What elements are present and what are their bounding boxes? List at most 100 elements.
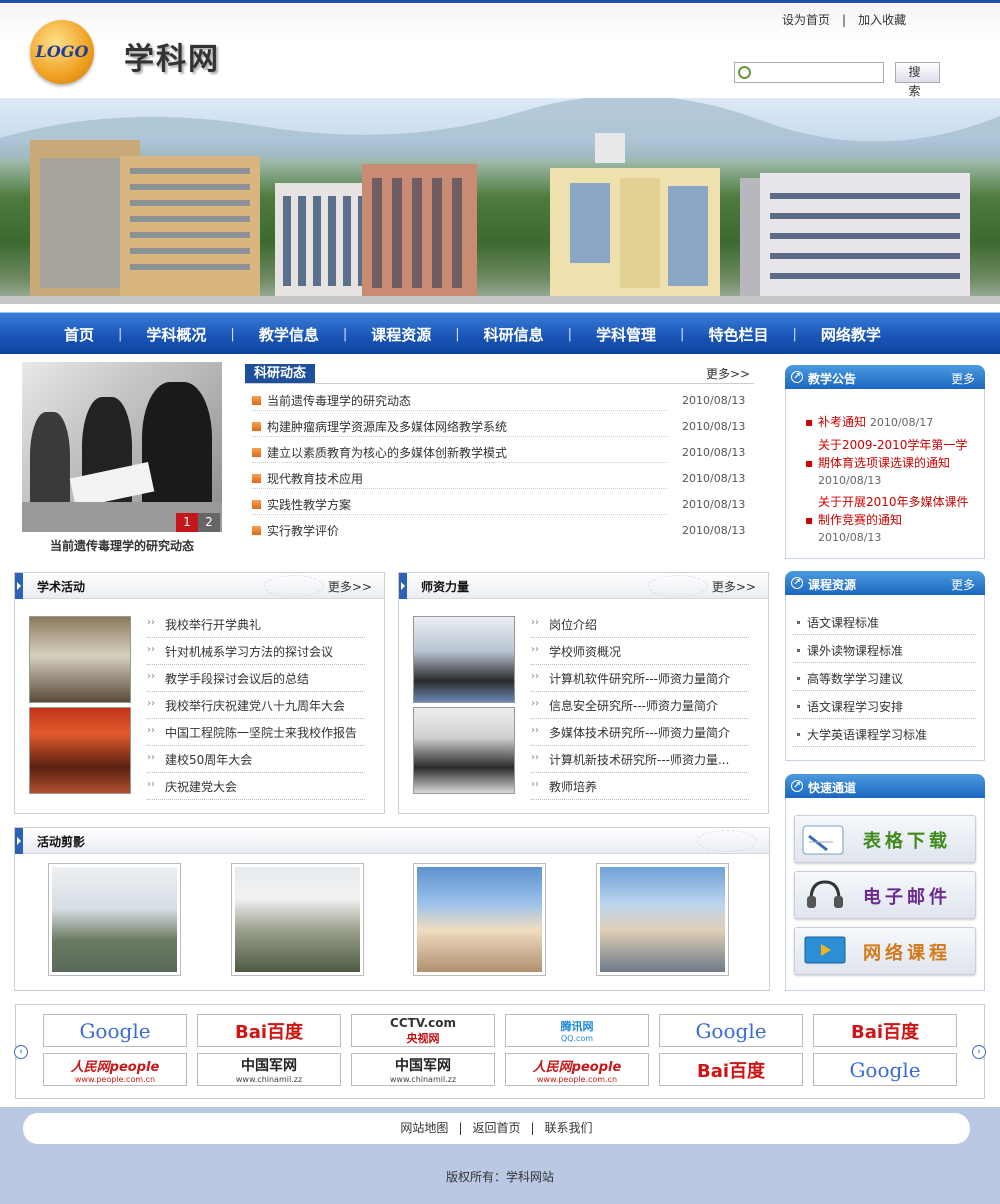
nav-courses-label[interactable]: 课程资源 (371, 324, 431, 345)
faculty-item-text[interactable]: 学校师资概况 (549, 643, 621, 660)
academic-list-item[interactable]: ›› 建校50周年大会 (147, 746, 365, 773)
nav-item-management[interactable]: 学科管理 | (596, 324, 708, 345)
notice-text[interactable]: 关于开展2010年多媒体课件 (818, 493, 975, 511)
link-logo-google[interactable]: Google (659, 1014, 803, 1047)
academic-photo-ceremony[interactable] (29, 707, 131, 794)
notice-text-2[interactable]: 期体育选项课选课的通知 (818, 456, 950, 470)
gallery-photo[interactable] (231, 863, 364, 976)
news-title[interactable]: 现代教育技术应用 (267, 470, 363, 487)
faculty-list-item[interactable]: ›› 信息安全研究所---师资力量简介 (531, 692, 749, 719)
academic-list-item[interactable]: ›› 中国工程院陈一坚院士来我校作报告 (147, 719, 365, 746)
course-list-item[interactable]: 语文课程学习安排 (793, 691, 976, 719)
course-list-item[interactable]: 大学英语课程学习标准 (793, 719, 976, 747)
news-title[interactable]: 构建肿瘤病理学资源库及多媒体网络教学系统 (267, 418, 507, 435)
form-download-button[interactable]: 表格下载 (794, 815, 976, 863)
site-logo[interactable]: LOGO (30, 20, 94, 84)
news-row[interactable]: 实行教学评价 2010/08/13 (252, 517, 752, 543)
course-list-item[interactable]: 课外读物课程标准 (793, 635, 976, 663)
academic-item-text[interactable]: 针对机械系学习方法的探讨会议 (165, 643, 333, 660)
gallery-photo[interactable] (413, 863, 546, 976)
course-list-item[interactable]: 高等数学学习建议 (793, 663, 976, 691)
links-prev-button[interactable]: ‹ (14, 1045, 28, 1059)
academic-item-text[interactable]: 我校举行庆祝建党八十九周年大会 (165, 697, 345, 714)
nav-item-overview[interactable]: 学科概况 | (146, 324, 258, 345)
link-logo-baidu[interactable]: Bai百度 (659, 1053, 803, 1086)
news-title[interactable]: 建立以素质教育为核心的多媒体创新教学模式 (267, 444, 507, 461)
faculty-item-text[interactable]: 教师培养 (549, 778, 597, 795)
research-more-link[interactable]: 更多>> (706, 365, 750, 382)
faculty-more-link[interactable]: 更多>> (712, 578, 756, 595)
nav-online-label[interactable]: 网络教学 (821, 324, 881, 345)
notice-text[interactable]: 关于2009-2010学年第一学 (818, 436, 975, 454)
news-title[interactable]: 实行教学评价 (267, 522, 339, 539)
academic-list-item[interactable]: ›› 我校举行开学典礼 (147, 611, 365, 638)
link-logo-people[interactable]: 人民网people www.people.com.cn (505, 1053, 649, 1086)
academic-list-item[interactable]: ›› 教学手段探讨会议后的总结 (147, 665, 365, 692)
link-logo-cctv[interactable]: CCTV.com 央视网 (351, 1014, 495, 1047)
news-title[interactable]: 当前遗传毒理学的研究动态 (267, 392, 411, 409)
slideshow-image[interactable] (22, 362, 222, 532)
nav-item-online[interactable]: 网络教学 (821, 324, 881, 345)
faculty-photo-team[interactable] (413, 616, 515, 703)
link-logo-qq[interactable]: 腾讯网 QQ.com (505, 1014, 649, 1047)
faculty-item-text[interactable]: 计算机软件研究所---师资力量简介 (549, 670, 730, 687)
faculty-list-item[interactable]: ›› 教师培养 (531, 773, 749, 800)
sitemap-link[interactable]: 网站地图 (400, 1121, 448, 1135)
search-input[interactable] (753, 64, 881, 81)
slide-page-1[interactable]: 1 (176, 513, 198, 532)
add-favorite-link[interactable]: 加入收藏 (858, 13, 906, 27)
gallery-photo[interactable] (596, 863, 729, 976)
nav-item-home[interactable]: 首页 | (64, 324, 146, 345)
nav-item-teaching[interactable]: 教学信息 | (259, 324, 371, 345)
nav-teaching-label[interactable]: 教学信息 (259, 324, 319, 345)
link-logo-google[interactable]: Google (43, 1014, 187, 1047)
nav-item-courses[interactable]: 课程资源 | (371, 324, 483, 345)
nav-featured-label[interactable]: 特色栏目 (708, 324, 768, 345)
set-homepage-link[interactable]: 设为首页 (782, 13, 830, 27)
faculty-list-item[interactable]: ›› 计算机软件研究所---师资力量简介 (531, 665, 749, 692)
links-next-button[interactable]: › (972, 1045, 986, 1059)
academic-photo-meeting[interactable] (29, 616, 131, 703)
news-row[interactable]: 实践性教学方案 2010/08/13 (252, 491, 752, 517)
email-button[interactable]: 电子邮件 (794, 871, 976, 919)
gallery-photo[interactable] (48, 863, 181, 976)
course-item-text[interactable]: 课外读物课程标准 (807, 642, 903, 659)
academic-item-text[interactable]: 我校举行开学典礼 (165, 616, 261, 633)
search-button[interactable]: 搜 索 (895, 62, 940, 98)
link-logo-people[interactable]: 人民网people www.people.com.cn (43, 1053, 187, 1086)
slideshow-caption[interactable]: 当前遗传毒理学的研究动态 (22, 537, 222, 554)
online-course-button[interactable]: 网络课程 (794, 927, 976, 975)
course-item-text[interactable]: 语文课程学习安排 (807, 698, 903, 715)
news-row[interactable]: 当前遗传毒理学的研究动态 2010/08/13 (252, 387, 752, 413)
notice-text-2[interactable]: 制作竞赛的通知 (818, 513, 902, 527)
nav-item-featured[interactable]: 特色栏目 | (708, 324, 820, 345)
slide-page-2[interactable]: 2 (198, 513, 220, 532)
nav-overview-label[interactable]: 学科概况 (146, 324, 206, 345)
contact-link[interactable]: 联系我们 (545, 1121, 593, 1135)
nav-management-label[interactable]: 学科管理 (596, 324, 656, 345)
course-item-text[interactable]: 高等数学学习建议 (807, 670, 903, 687)
nav-item-research[interactable]: 科研信息 | (484, 324, 596, 345)
link-logo-chinamil[interactable]: 中国军网 www.chinamil.zz (351, 1053, 495, 1086)
notice-item[interactable]: 关于开展2010年多媒体课件 ▪ 制作竞赛的通知 2010/08/13 (805, 493, 975, 547)
news-row[interactable]: 建立以素质教育为核心的多媒体创新教学模式 2010/08/13 (252, 439, 752, 465)
notice-text[interactable]: 补考通知 (818, 415, 866, 429)
faculty-list-item[interactable]: ›› 计算机新技术研究所---师资力量... (531, 746, 749, 773)
faculty-list-item[interactable]: ›› 学校师资概况 (531, 638, 749, 665)
academic-more-link[interactable]: 更多>> (328, 578, 372, 595)
academic-list-item[interactable]: ›› 庆祝建党大会 (147, 773, 365, 800)
academic-item-text[interactable]: 建校50周年大会 (165, 751, 252, 768)
link-logo-google[interactable]: Google (813, 1053, 957, 1086)
academic-item-text[interactable]: 中国工程院陈一坚院士来我校作报告 (165, 724, 357, 741)
notice-more-link[interactable]: 更多 (951, 370, 975, 387)
link-logo-baidu[interactable]: Bai百度 (813, 1014, 957, 1047)
faculty-item-text[interactable]: 计算机新技术研究所---师资力量... (549, 751, 729, 768)
nav-research-label[interactable]: 科研信息 (484, 324, 544, 345)
news-title[interactable]: 实践性教学方案 (267, 496, 351, 513)
news-row[interactable]: 构建肿瘤病理学资源库及多媒体网络教学系统 2010/08/13 (252, 413, 752, 439)
course-item-text[interactable]: 大学英语课程学习标准 (807, 726, 927, 743)
link-logo-baidu[interactable]: Bai百度 (197, 1014, 341, 1047)
news-row[interactable]: 现代教育技术应用 2010/08/13 (252, 465, 752, 491)
faculty-list-item[interactable]: ›› 岗位介绍 (531, 611, 749, 638)
link-logo-chinamil[interactable]: 中国军网 www.chinamil.zz (197, 1053, 341, 1086)
